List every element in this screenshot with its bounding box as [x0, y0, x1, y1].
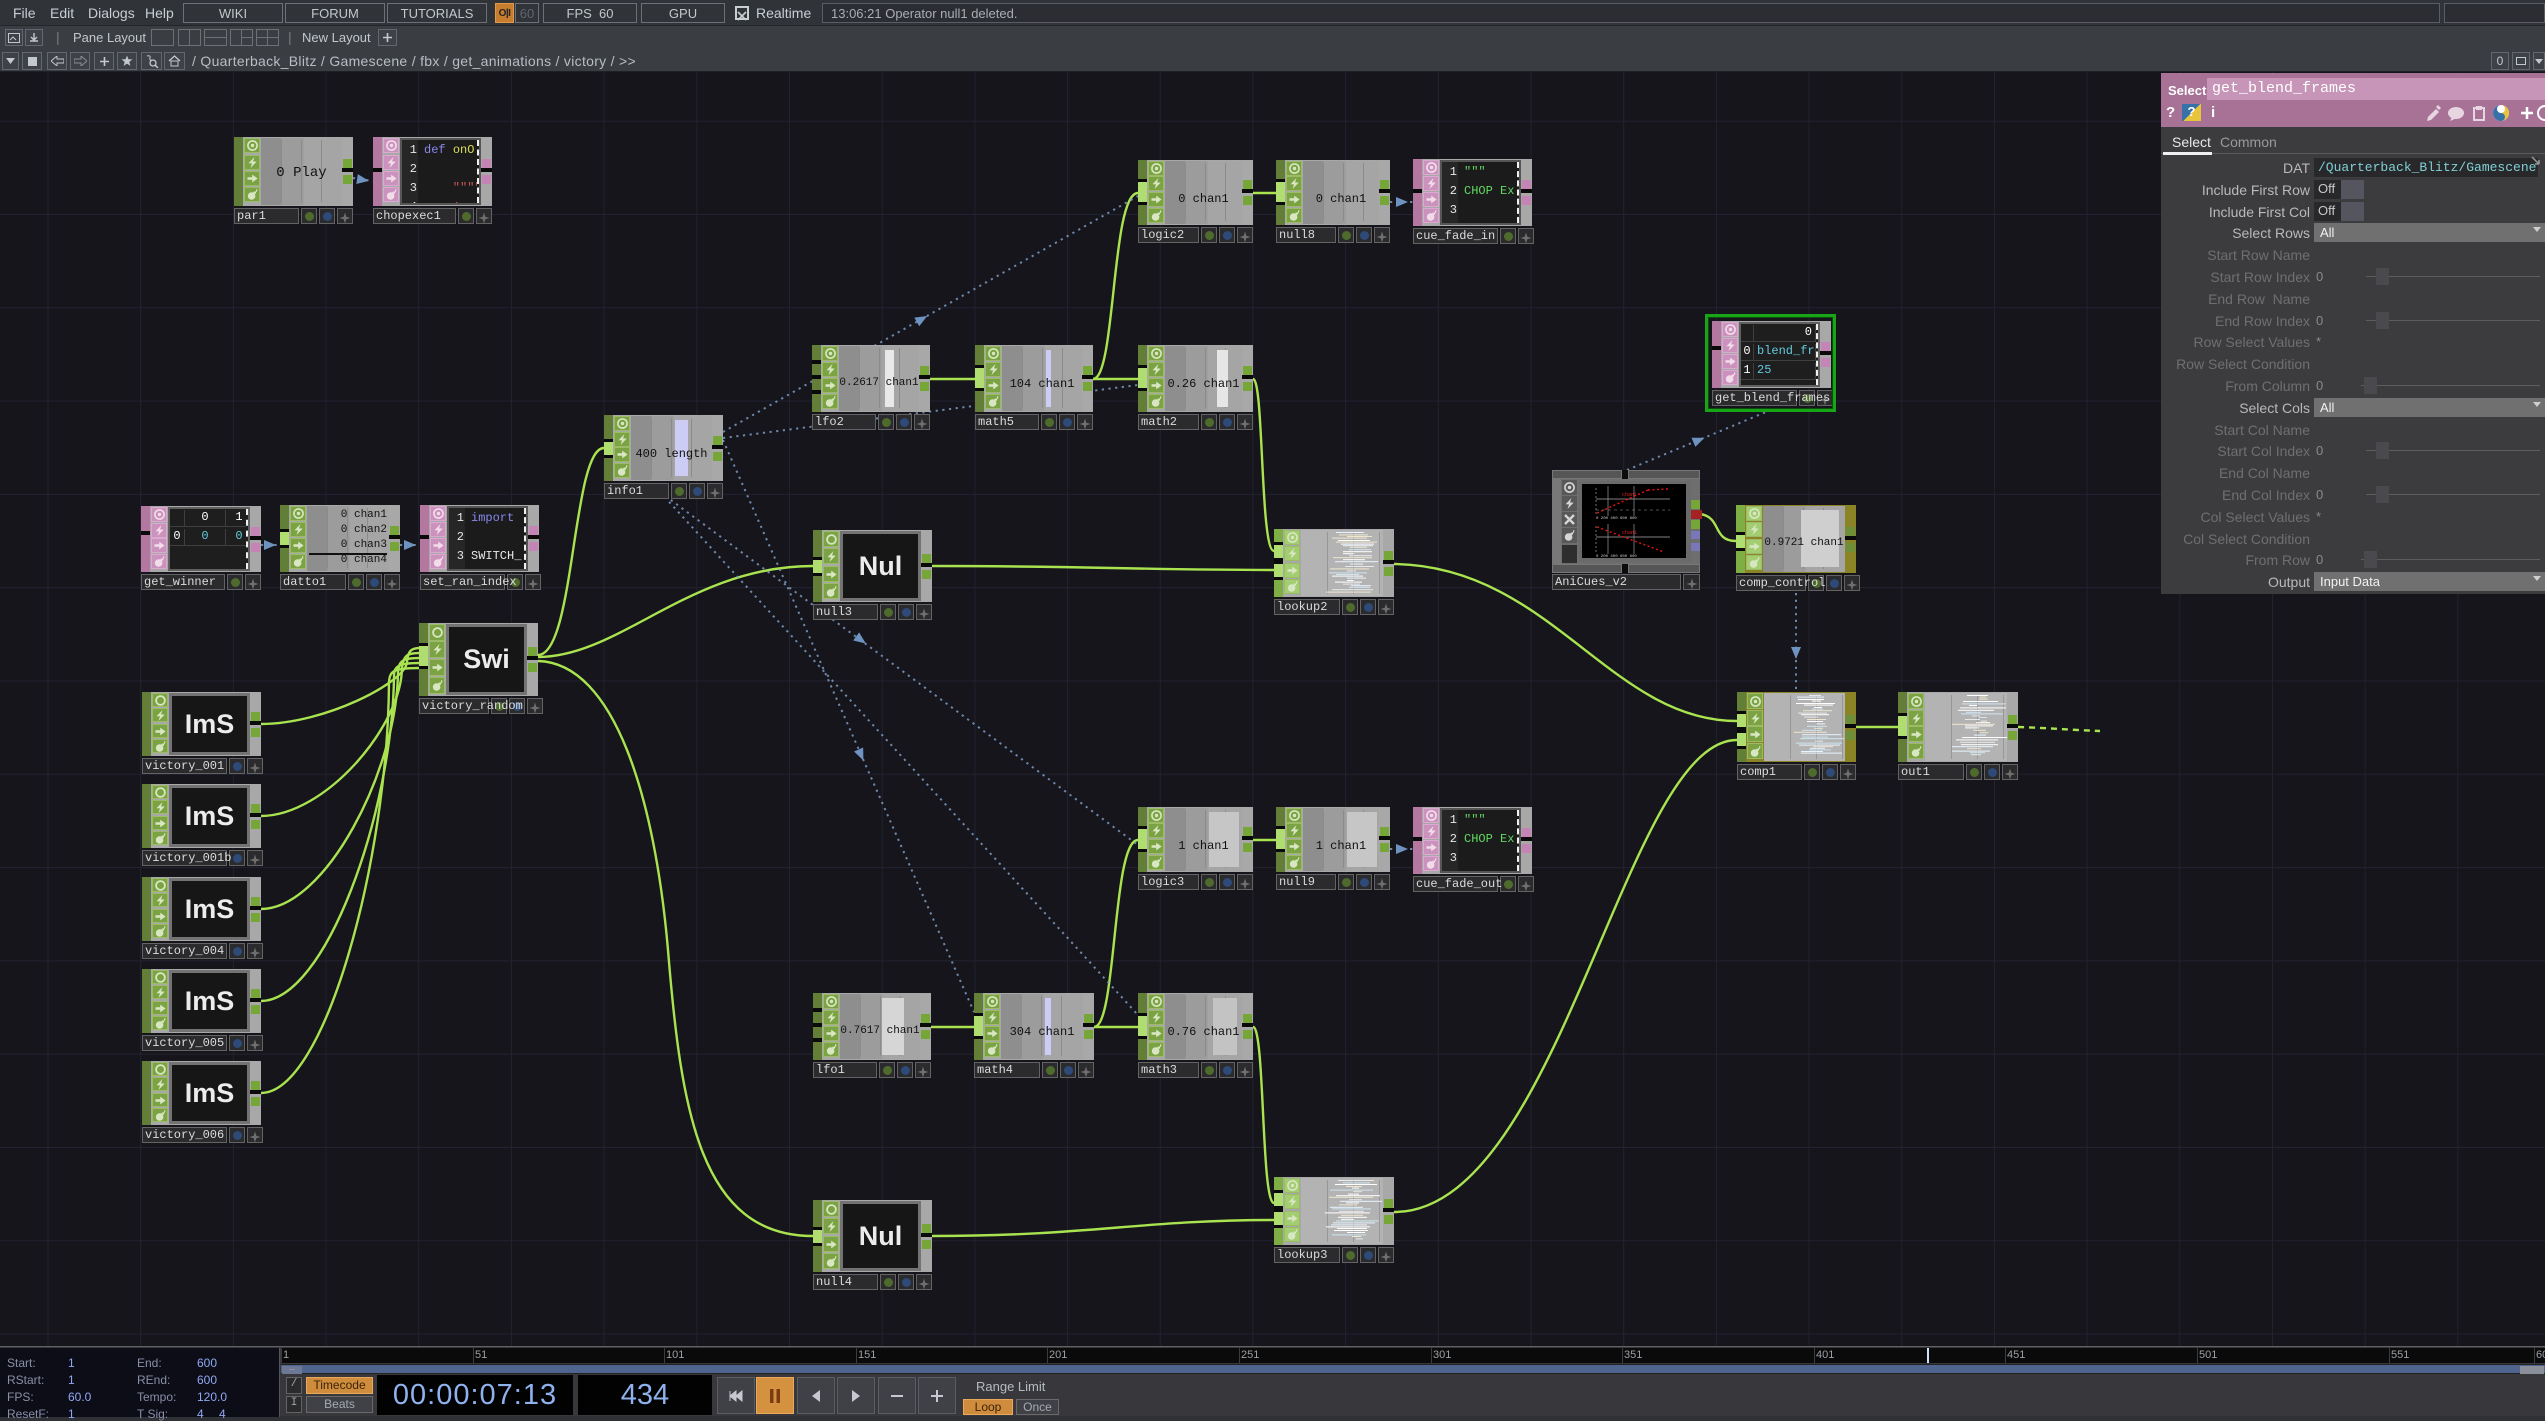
- svg-text:chan1: chan1: [1622, 492, 1637, 498]
- svg-text:0 200 400 600 800: 0 200 400 600 800: [1596, 517, 1637, 521]
- svg-text:0 200 400 600 800: 0 200 400 600 800: [1596, 555, 1637, 558]
- svg-text:chan1: chan1: [1622, 530, 1637, 536]
